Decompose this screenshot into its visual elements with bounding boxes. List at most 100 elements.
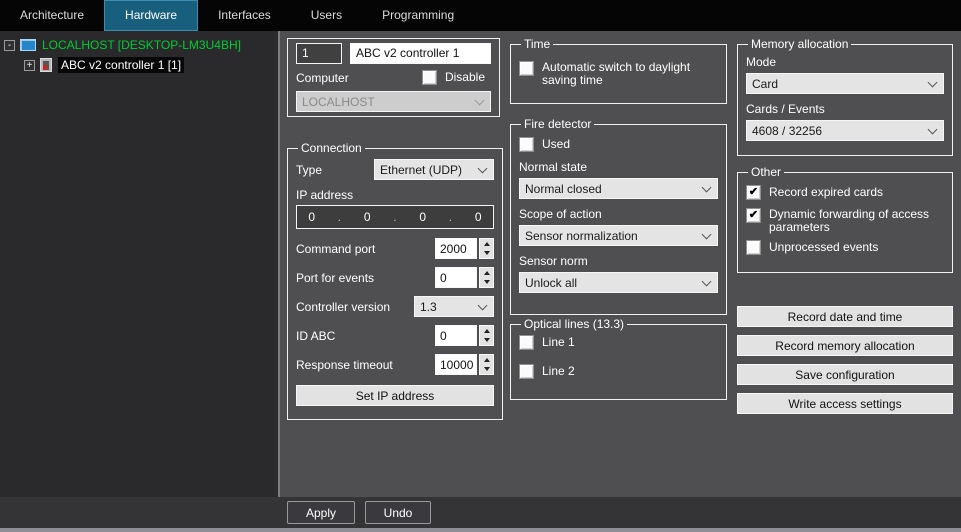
computer-select-value: LOCALHOST: [302, 95, 375, 109]
spin-up-icon[interactable]: [484, 242, 490, 246]
record-expired-cards-checkbox[interactable]: [746, 185, 761, 200]
spin-up-icon[interactable]: [484, 358, 490, 362]
tab-architecture[interactable]: Architecture: [0, 0, 104, 31]
apply-button[interactable]: Apply: [287, 501, 355, 524]
tree-row-localhost: - LOCALHOST [DESKTOP-LM3U4BH]: [0, 36, 278, 54]
line2-checkbox[interactable]: [519, 364, 534, 379]
line2-label: Line 2: [542, 365, 575, 378]
controller-version-label: Controller version: [296, 300, 390, 314]
ip-dot: .: [338, 210, 341, 224]
scope-of-action-select[interactable]: Sensor normalization: [519, 225, 718, 246]
ip-octet-4[interactable]: 0: [475, 210, 482, 224]
save-configuration-button[interactable]: Save configuration: [737, 364, 953, 385]
response-timeout-spinner: 10000: [435, 354, 494, 375]
command-port-input[interactable]: 2000: [435, 238, 477, 259]
other-group: Other Record expired cards Dynamic forwa…: [737, 165, 953, 273]
expand-toggle-icon[interactable]: +: [24, 60, 35, 71]
normal-state-value: Normal closed: [525, 182, 602, 196]
scope-of-action-label: Scope of action: [519, 207, 718, 221]
controller-header-box: 1 ABC v2 controller 1 Computer Disable L…: [287, 38, 500, 117]
computer-icon: [20, 39, 36, 51]
tab-bar: Architecture Hardware Interfaces Users P…: [0, 0, 961, 31]
computer-select[interactable]: LOCALHOST: [296, 91, 491, 112]
cards-events-value: 4608 / 32256: [752, 124, 822, 138]
controller-number-input[interactable]: 1: [296, 43, 342, 64]
chevron-down-icon: [702, 231, 712, 241]
record-expired-cards-label: Record expired cards: [769, 186, 883, 199]
used-checkbox[interactable]: [519, 137, 534, 152]
connection-group: Connection Type Ethernet (UDP) IP addres…: [287, 141, 503, 420]
sensor-norm-label: Sensor norm: [519, 254, 718, 268]
other-title: Other: [748, 165, 784, 179]
command-port-spinner: 2000: [435, 238, 494, 259]
tab-programming[interactable]: Programming: [362, 0, 474, 31]
dst-checkbox[interactable]: [519, 61, 534, 76]
mode-value: Card: [752, 77, 778, 91]
chevron-down-icon: [702, 278, 712, 288]
tree-row-controller: + ABC v2 controller 1 [1]: [0, 56, 278, 74]
sensor-norm-value: Unlock all: [525, 276, 577, 290]
mode-label: Mode: [746, 55, 944, 69]
chevron-down-icon: [702, 184, 712, 194]
ip-address-label: IP address: [296, 188, 494, 202]
port-for-events-spinner: 0: [435, 267, 494, 288]
sensor-norm-select[interactable]: Unlock all: [519, 272, 718, 293]
response-timeout-input[interactable]: 10000: [435, 354, 477, 375]
computer-label: Computer: [296, 71, 349, 85]
record-date-time-button[interactable]: Record date and time: [737, 306, 953, 327]
port-for-events-input[interactable]: 0: [435, 267, 477, 288]
cards-events-select[interactable]: 4608 / 32256: [746, 120, 944, 141]
spinner-buttons[interactable]: [479, 238, 494, 259]
set-ip-address-button[interactable]: Set IP address: [296, 385, 494, 406]
spinner-buttons[interactable]: [479, 354, 494, 375]
unprocessed-events-checkbox[interactable]: [746, 240, 761, 255]
chevron-down-icon: [478, 165, 488, 175]
unprocessed-events-label: Unprocessed events: [769, 241, 878, 254]
controller-name-input[interactable]: ABC v2 controller 1: [350, 43, 491, 64]
connection-type-value: Ethernet (UDP): [380, 163, 462, 177]
fire-detector-title: Fire detector: [521, 117, 594, 131]
chevron-down-icon: [928, 79, 938, 89]
line1-checkbox[interactable]: [519, 335, 534, 350]
spin-down-icon[interactable]: [484, 338, 490, 342]
dst-label: Automatic switch to daylight saving time: [542, 61, 710, 87]
spinner-buttons[interactable]: [479, 325, 494, 346]
type-label: Type: [296, 163, 322, 177]
window-bottom-edge: [0, 528, 961, 532]
ip-address-field[interactable]: 0. 0. 0. 0: [296, 205, 494, 229]
tab-interfaces[interactable]: Interfaces: [198, 0, 291, 31]
id-abc-input[interactable]: 0: [435, 325, 477, 346]
connection-type-select[interactable]: Ethernet (UDP): [374, 159, 494, 180]
undo-button[interactable]: Undo: [365, 501, 431, 524]
spin-down-icon[interactable]: [484, 251, 490, 255]
optical-lines-group: Optical lines (13.3) Line 1 Line 2: [510, 317, 727, 400]
dynamic-forwarding-checkbox[interactable]: [746, 208, 761, 223]
spin-up-icon[interactable]: [484, 329, 490, 333]
tab-hardware[interactable]: Hardware: [104, 0, 198, 31]
cards-events-label: Cards / Events: [746, 102, 944, 116]
spinner-buttons[interactable]: [479, 267, 494, 288]
write-access-settings-button[interactable]: Write access settings: [737, 393, 953, 414]
ip-octet-3[interactable]: 0: [419, 210, 426, 224]
ip-octet-1[interactable]: 0: [308, 210, 315, 224]
tab-users[interactable]: Users: [291, 0, 362, 31]
collapse-toggle-icon[interactable]: -: [4, 40, 15, 51]
spin-down-icon[interactable]: [484, 280, 490, 284]
ip-octet-2[interactable]: 0: [364, 210, 371, 224]
normal-state-select[interactable]: Normal closed: [519, 178, 718, 199]
record-memory-allocation-button[interactable]: Record memory allocation: [737, 335, 953, 356]
tree-item-localhost[interactable]: LOCALHOST [DESKTOP-LM3U4BH]: [42, 38, 241, 52]
memory-allocation-title: Memory allocation: [748, 37, 851, 51]
disable-checkbox[interactable]: [422, 70, 437, 85]
scope-of-action-value: Sensor normalization: [525, 229, 638, 243]
spin-down-icon[interactable]: [484, 367, 490, 371]
device-tree-panel: - LOCALHOST [DESKTOP-LM3U4BH] + ABC v2 c…: [0, 31, 278, 497]
chevron-down-icon: [478, 302, 488, 312]
controller-version-select[interactable]: 1.3: [414, 296, 494, 317]
normal-state-label: Normal state: [519, 160, 718, 174]
tree-item-controller[interactable]: ABC v2 controller 1 [1]: [58, 57, 184, 73]
mode-select[interactable]: Card: [746, 73, 944, 94]
disable-checkbox-row: Disable: [422, 70, 485, 85]
spin-up-icon[interactable]: [484, 271, 490, 275]
memory-allocation-group: Memory allocation Mode Card Cards / Even…: [737, 37, 953, 156]
